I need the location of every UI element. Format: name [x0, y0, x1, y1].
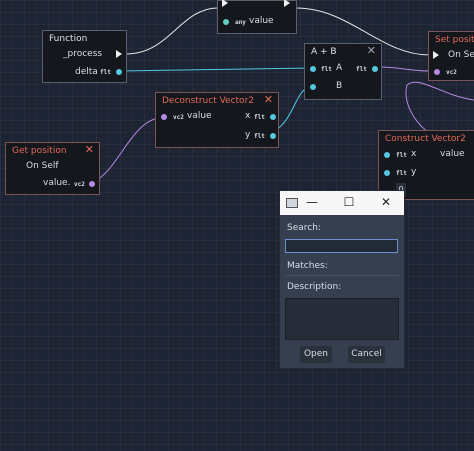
value-port[interactable]: [161, 114, 167, 120]
value-label: value.: [43, 178, 71, 188]
wire-getpos-to-decon: [91, 116, 164, 184]
node-title: Construct Vector2: [385, 134, 466, 144]
open-button[interactable]: Open: [300, 346, 332, 363]
description-label: Description:: [287, 282, 342, 292]
b-port[interactable]: [310, 84, 316, 90]
node-title: Set positi: [435, 35, 474, 45]
window-app-icon: [286, 198, 298, 208]
get-position-node[interactable]: Get position ✕ On Self value. vc2: [5, 142, 100, 195]
cancel-button[interactable]: Cancel: [348, 346, 385, 363]
delta-port[interactable]: [116, 69, 122, 75]
process-label: _process: [63, 49, 103, 59]
divider: [285, 275, 399, 276]
close-icon[interactable]: ✕: [85, 143, 94, 156]
exec-wire-process-to-top: [125, 7, 219, 55]
minimize-button[interactable]: —: [300, 191, 324, 215]
exec-out-port[interactable]: [284, 0, 290, 7]
port-label: value: [249, 16, 274, 26]
y-label: y: [411, 167, 417, 177]
top-node[interactable]: any value: [217, 0, 297, 34]
x-port[interactable]: [270, 114, 276, 120]
value-label: value: [440, 149, 465, 159]
out-type-tag: flt: [356, 66, 367, 73]
value-type-tag: vc2: [74, 181, 85, 188]
matches-label: Matches:: [287, 261, 328, 271]
y-type-tag: flt: [396, 170, 407, 177]
value-port[interactable]: [89, 181, 95, 187]
y-port[interactable]: [270, 133, 276, 139]
wire-delta-to-a: [117, 67, 314, 72]
set-position-node[interactable]: Set positi On Se vc2: [428, 31, 474, 81]
close-button[interactable]: ✕: [374, 191, 398, 215]
exec-in-port[interactable]: [222, 0, 228, 7]
dialog-titlebar[interactable]: — ☐ ✕: [280, 191, 404, 215]
a-type-tag: flt: [321, 66, 332, 73]
x-type-tag: flt: [396, 152, 407, 159]
a-label: A: [336, 63, 343, 73]
add-node[interactable]: A + B ✕ flt A flt B: [304, 43, 382, 100]
y-port[interactable]: [384, 170, 390, 176]
y-type-tag: flt: [254, 133, 265, 140]
a-port[interactable]: [310, 66, 316, 72]
node-title: Deconstruct Vector2: [162, 96, 254, 106]
y-label: y: [245, 130, 251, 140]
process-exec-port[interactable]: [116, 50, 122, 58]
deconstruct-vector2-node[interactable]: Deconstruct Vector2 ✕ vc2 value x flt y …: [155, 92, 279, 148]
node-title: Function: [49, 34, 88, 44]
function-node[interactable]: Function _process delta flt: [42, 30, 127, 83]
delta-label: delta: [75, 67, 98, 77]
search-label: Search:: [287, 223, 321, 233]
maximize-button[interactable]: ☐: [337, 191, 361, 215]
on-self-label: On Se: [448, 50, 474, 60]
x-type-tag: flt: [254, 114, 265, 121]
x-port[interactable]: [384, 152, 390, 158]
close-icon[interactable]: ✕: [264, 93, 273, 106]
wire-add-to-setpos: [376, 66, 432, 72]
any-port[interactable]: [223, 19, 229, 25]
value-type-tag: vc2: [446, 69, 457, 76]
close-icon[interactable]: ✕: [367, 44, 376, 57]
x-label: x: [411, 149, 417, 159]
value-type-tag: vc2: [173, 114, 184, 121]
search-input[interactable]: [285, 239, 398, 253]
x-label: x: [245, 111, 251, 121]
construct-vector2-node[interactable]: Construct Vector2 flt x value flt y: [378, 130, 474, 200]
node-search-dialog[interactable]: — ☐ ✕ Search: Matches: Description: Open…: [280, 191, 404, 368]
out-port[interactable]: [372, 66, 378, 72]
on-self-label: On Self: [26, 161, 59, 171]
b-label: B: [336, 81, 343, 91]
description-box: [285, 298, 399, 340]
exec-in-port[interactable]: [433, 51, 439, 59]
port-type-tag: any: [235, 19, 246, 26]
value-port[interactable]: [434, 69, 440, 75]
value-label: value: [187, 111, 212, 121]
delta-type-tag: flt: [100, 69, 111, 76]
